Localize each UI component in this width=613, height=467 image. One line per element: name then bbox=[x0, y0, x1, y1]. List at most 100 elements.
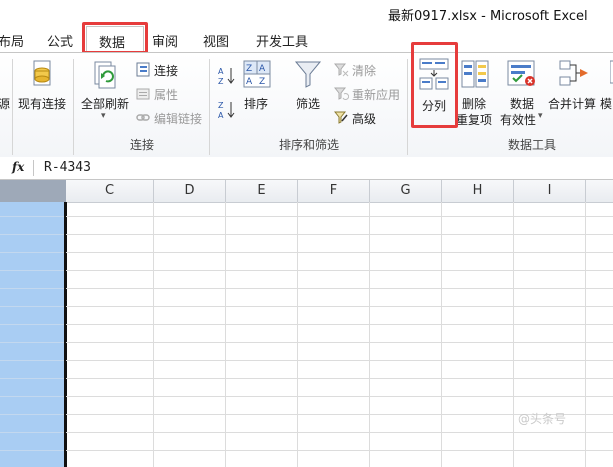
filter-label: 筛选 bbox=[296, 97, 321, 111]
column-header-i[interactable]: I bbox=[514, 180, 586, 202]
data-validation-icon bbox=[507, 60, 535, 86]
data-validation-button[interactable]: 数据 有效性 ▾ bbox=[498, 53, 546, 127]
connections-icon bbox=[136, 62, 150, 77]
separator bbox=[33, 160, 34, 176]
grid-line bbox=[0, 324, 64, 325]
grid-line bbox=[66, 324, 613, 325]
ribbon: 源 现有连接 全部刷新 ▾ 连接 属性 编辑链接 连接 A Z Z A Z A … bbox=[0, 52, 613, 158]
reapply-label: 重新应用 bbox=[352, 88, 401, 102]
grid-line bbox=[66, 450, 613, 451]
tab-review[interactable]: 审阅 bbox=[152, 31, 178, 50]
column-header-h[interactable]: H bbox=[442, 180, 514, 202]
existing-connections-button[interactable]: 现有连接 bbox=[18, 53, 70, 113]
clear-filter-icon bbox=[334, 63, 349, 77]
remove-duplicates-label-line2: 重复项 bbox=[456, 113, 493, 127]
grid-line bbox=[153, 202, 154, 467]
consolidate-button[interactable]: 合并计算 bbox=[548, 53, 598, 113]
watermark: @头条号 bbox=[518, 412, 567, 426]
remove-duplicates-button[interactable]: 删除 重复项 bbox=[456, 53, 496, 127]
separator bbox=[209, 59, 210, 155]
what-if-label: 模 bbox=[600, 97, 613, 111]
remove-duplicates-label-line1: 删除 bbox=[462, 97, 487, 111]
sort-za-icon: Z A bbox=[218, 101, 235, 120]
grid-line bbox=[0, 252, 64, 253]
selection-border bbox=[64, 202, 67, 467]
tab-formulas[interactable]: 公式 bbox=[47, 31, 73, 50]
grid-line bbox=[369, 202, 370, 467]
refresh-all-icon bbox=[94, 61, 116, 89]
column-header-d[interactable]: D bbox=[154, 180, 226, 202]
properties-label: 属性 bbox=[154, 88, 179, 102]
grid-line bbox=[66, 378, 613, 379]
from-other-sources-label: 源 bbox=[0, 97, 11, 111]
formula-bar: fx R-4343 bbox=[0, 157, 613, 180]
group-label-data-tools: 数据工具 bbox=[508, 138, 557, 152]
grid-line bbox=[66, 288, 613, 289]
grid-line bbox=[0, 450, 64, 451]
filter-icon bbox=[294, 61, 322, 88]
grid-line bbox=[513, 202, 514, 467]
separator bbox=[12, 59, 13, 155]
grid-line bbox=[297, 202, 298, 467]
svg-text:Z: Z bbox=[218, 77, 224, 86]
grid-line bbox=[66, 432, 613, 433]
separator bbox=[73, 59, 74, 155]
grid-line bbox=[0, 216, 64, 217]
grid-line bbox=[0, 396, 64, 397]
tab-developer[interactable]: 开发工具 bbox=[256, 31, 308, 50]
data-validation-label-line2: 有效性 bbox=[500, 113, 537, 127]
filter-button[interactable]: 筛选 bbox=[290, 53, 326, 113]
group-label-sort-filter: 排序和筛选 bbox=[279, 138, 340, 152]
svg-text:Z: Z bbox=[246, 64, 252, 74]
tab-layout[interactable]: 布局 bbox=[0, 31, 24, 50]
reapply-icon bbox=[334, 87, 349, 101]
existing-connections-label: 现有连接 bbox=[18, 97, 67, 111]
refresh-all-button[interactable]: 全部刷新 ▾ bbox=[78, 53, 132, 127]
grid-line bbox=[66, 360, 613, 361]
svg-text:A: A bbox=[259, 64, 266, 74]
separator bbox=[407, 59, 408, 155]
formula-input[interactable]: R-4343 bbox=[44, 160, 91, 175]
tab-view[interactable]: 视图 bbox=[203, 31, 229, 50]
selected-column-header[interactable] bbox=[0, 180, 66, 202]
data-validation-label-line1: 数据 bbox=[510, 97, 535, 111]
column-header-e[interactable]: E bbox=[226, 180, 298, 202]
svg-text:Z: Z bbox=[259, 77, 265, 87]
window-title: 最新0917.xlsx - Microsoft Excel bbox=[388, 9, 588, 24]
grid-line bbox=[0, 342, 64, 343]
grid-line bbox=[225, 202, 226, 467]
consolidate-label: 合并计算 bbox=[548, 97, 597, 111]
grid-line bbox=[66, 234, 613, 235]
what-if-analysis-button[interactable]: 模 bbox=[600, 53, 613, 113]
fx-icon[interactable]: fx bbox=[12, 160, 24, 174]
link-icon bbox=[136, 114, 150, 121]
sort-icon: Z A A Z bbox=[243, 60, 271, 88]
clear-label: 清除 bbox=[352, 64, 377, 78]
connections-label: 连接 bbox=[154, 64, 179, 78]
grid-line bbox=[0, 234, 64, 235]
advanced-label: 高级 bbox=[352, 112, 377, 126]
sort-ascending-button[interactable]: A Z bbox=[217, 65, 237, 86]
grid-line bbox=[66, 396, 613, 397]
sort-label: 排序 bbox=[244, 97, 269, 111]
chevron-down-icon[interactable]: ▾ bbox=[538, 111, 543, 121]
column-header-g[interactable]: G bbox=[370, 180, 442, 202]
sort-descending-button[interactable]: Z A bbox=[217, 99, 237, 120]
svg-text:A: A bbox=[218, 111, 224, 120]
grid-line bbox=[0, 360, 64, 361]
column-headers: C D E F G H I bbox=[0, 180, 613, 203]
from-other-sources-button[interactable]: 源 bbox=[0, 53, 10, 113]
column-header-f[interactable]: F bbox=[298, 180, 370, 202]
grid-line bbox=[66, 252, 613, 253]
grid-line bbox=[0, 270, 64, 271]
grid-line bbox=[66, 216, 613, 217]
grid-line bbox=[0, 432, 64, 433]
advanced-filter-icon bbox=[334, 111, 348, 124]
consolidate-icon bbox=[559, 60, 588, 86]
selected-column[interactable] bbox=[0, 202, 64, 467]
sort-button[interactable]: Z A A Z 排序 bbox=[240, 53, 274, 113]
chevron-down-icon[interactable]: ▾ bbox=[101, 111, 106, 121]
grid-line bbox=[0, 306, 64, 307]
grid-line bbox=[0, 288, 64, 289]
column-header-c[interactable]: C bbox=[66, 180, 154, 202]
